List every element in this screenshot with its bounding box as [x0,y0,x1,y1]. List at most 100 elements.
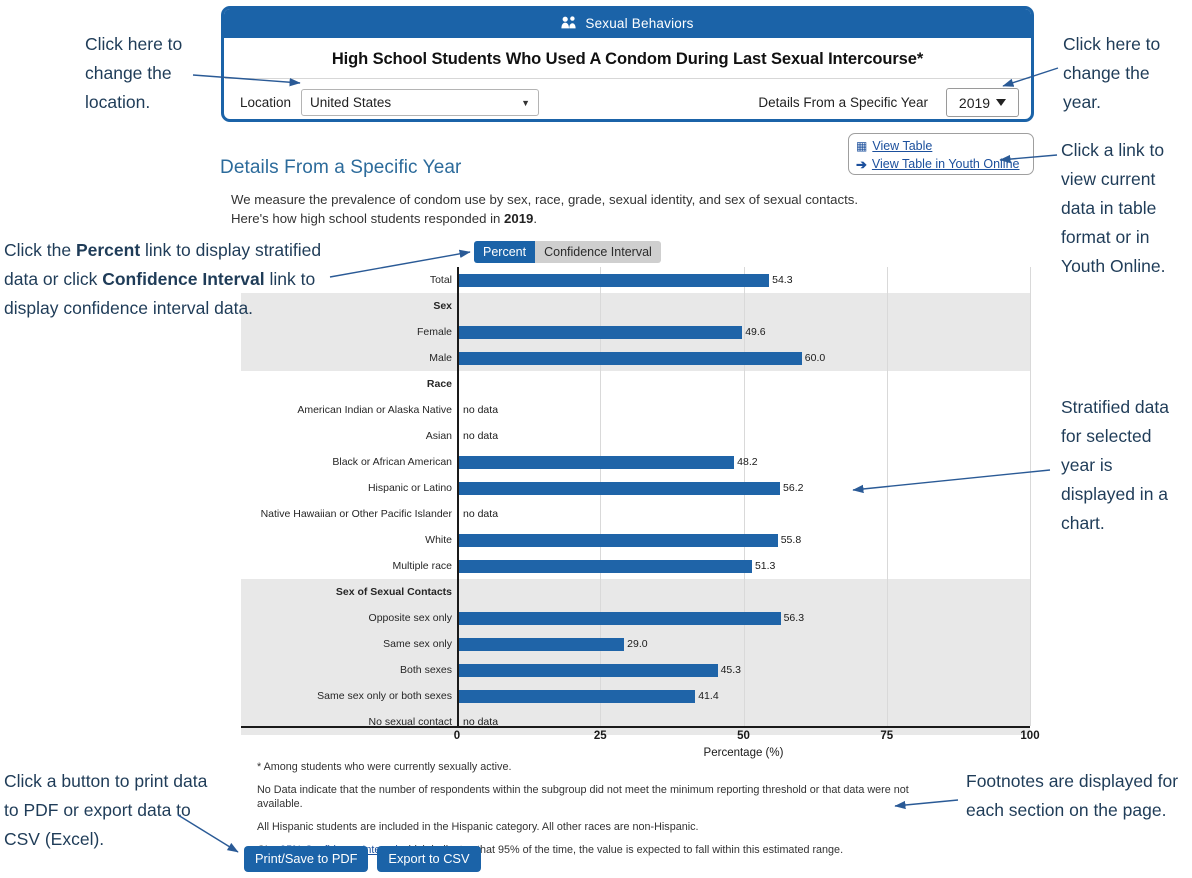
chart-bar-value: 56.2 [783,481,803,496]
page-title: High School Students Who Used A Condom D… [224,38,1031,78]
chart-x-tick-label: 100 [1020,730,1039,742]
action-buttons: Print/Save to PDF Export to CSV [244,846,481,872]
chart-bar[interactable] [458,456,734,469]
chart-bar[interactable] [458,534,778,547]
paragraph-line-2-pre: Here's how high school students responde… [231,211,504,226]
view-youth-online-row[interactable]: ➔ View Table in Youth Online [856,155,1033,173]
chart-x-axis-title: Percentage (%) [457,747,1030,759]
chart-row-label: Asian [247,423,452,449]
chart-bar[interactable] [458,560,752,573]
chart-row: Multiple race51.3 [241,553,1030,579]
section-heading: Details From a Specific Year [220,157,461,179]
annotation-toggle-bold-1: Percent [76,240,140,260]
chart-row-label: White [247,527,452,553]
chart-row-label: Native Hawaiian or Other Pacific Islande… [247,501,452,527]
paragraph-line-1: We measure the prevalence of condom use … [231,192,858,207]
view-table-link[interactable]: View Table [872,139,932,153]
chart-row-label: Multiple race [247,553,452,579]
chevron-down-icon: ▼ [521,98,530,108]
chart-bar-value: 54.3 [772,273,792,288]
stratified-bar-chart: Total54.3SexFemale49.6Male60.0RaceAmeric… [241,267,1041,762]
paragraph-year: 2019 [504,211,533,226]
location-value: United States [310,95,391,110]
chart-row-label: Opposite sex only [247,605,452,631]
chart-row: Same sex only or both sexes 41.4 [241,683,1030,709]
year-label: Details From a Specific Year [758,95,928,110]
view-table-youth-online-link[interactable]: View Table in Youth Online [872,157,1020,171]
annotation-toggle: Click the Percent link to display strati… [4,236,324,323]
export-csv-button[interactable]: Export to CSV [377,846,480,872]
chart-bar-value: 45.3 [721,663,741,678]
chart-row: Same sex only 29.0 [241,631,1030,657]
view-mode-toggle: Percent Confidence Interval [474,241,661,263]
chart-x-tick-label: 25 [594,730,607,742]
chart-row: Opposite sex only56.3 [241,605,1030,631]
location-label: Location [240,95,291,110]
chart-gridline [1030,267,1031,726]
chart-bar-value: 49.6 [745,325,765,340]
chart-row-label: Same sex only or both sexes [247,683,452,709]
chart-row: Black or African American 48.2 [241,449,1030,475]
print-save-pdf-button[interactable]: Print/Save to PDF [244,846,368,872]
chart-bar[interactable] [458,482,780,495]
year-value: 2019 [959,95,990,111]
chart-row: Hispanic or Latino 56.2 [241,475,1030,501]
chart-row-label: Hispanic or Latino [247,475,452,501]
annotation-view-links: Click a link to view current data in tab… [1061,136,1192,281]
chart-bar[interactable] [458,638,624,651]
chart-row-label: American Indian or Alaska Native [247,397,452,423]
chart-row: Asian no data [241,423,1030,449]
chart-row: Sex of Sexual Contacts [241,579,1030,605]
chart-no-data-label: no data [463,403,498,418]
chart-bar[interactable] [458,612,781,625]
annotation-toggle-pre: Click the [4,240,76,260]
paragraph-line-2-post: . [533,211,537,226]
chart-row: Male 60.0 [241,345,1030,371]
chart-bar-value: 55.8 [781,533,801,548]
chart-bar[interactable] [458,274,769,287]
view-table-row[interactable]: ▦ View Table [856,137,1033,155]
annotation-chart: Stratified data for selected year is dis… [1061,393,1181,538]
annotation-year: Click here to change the year. [1063,30,1188,117]
chart-x-tick-label: 50 [737,730,750,742]
chart-row: Total54.3 [241,267,1030,293]
chart-bar[interactable] [458,326,742,339]
annotation-location: Click here to change the location. [85,30,215,117]
chart-bar[interactable] [458,690,695,703]
chart-row: Female49.6 [241,319,1030,345]
chart-bar-value: 29.0 [627,637,647,652]
chart-row-label: Sex of Sexual Contacts [247,579,452,605]
chart-bar[interactable] [458,664,718,677]
footnote-3: All Hispanic students are included in th… [257,820,957,834]
chevron-down-icon [996,99,1006,106]
annotation-buttons: Click a button to print data to PDF or e… [4,767,219,854]
chart-row: White 55.8 [241,527,1030,553]
chart-row: Native Hawaiian or Other Pacific Islande… [241,501,1030,527]
chart-row-label: Black or African American [247,449,452,475]
chart-row: Race [241,371,1030,397]
chart-row-label: Same sex only [247,631,452,657]
tab-percent[interactable]: Percent [474,241,535,263]
chart-row: Both sexes 45.3 [241,657,1030,683]
location-select[interactable]: United States ▼ [301,89,539,116]
grid-table-icon: ▦ [856,140,867,152]
chart-y-axis [457,267,459,726]
footnote-1: * Among students who were currently sexu… [257,760,957,774]
section-paragraph: We measure the prevalence of condom use … [231,190,861,228]
chart-x-axis [241,726,1030,728]
people-icon [561,16,578,32]
year-select[interactable]: 2019 [946,88,1019,117]
chart-row-label: No sexual contact [247,709,452,735]
card-header: Sexual Behaviors [224,9,1031,38]
chart-no-data-label: no data [463,429,498,444]
chart-bar-value: 48.2 [737,455,757,470]
chart-row-label: Both sexes [247,657,452,683]
chart-bar-value: 60.0 [805,351,825,366]
chart-bar-value: 41.4 [698,689,718,704]
chart-bar[interactable] [458,352,802,365]
view-table-box: ▦ View Table ➔ View Table in Youth Onlin… [848,133,1034,175]
chart-row-label: Male [247,345,452,371]
chart-no-data-label: no data [463,507,498,522]
tab-confidence-interval[interactable]: Confidence Interval [535,241,661,263]
chart-row: No sexual contactno data [241,709,1030,735]
